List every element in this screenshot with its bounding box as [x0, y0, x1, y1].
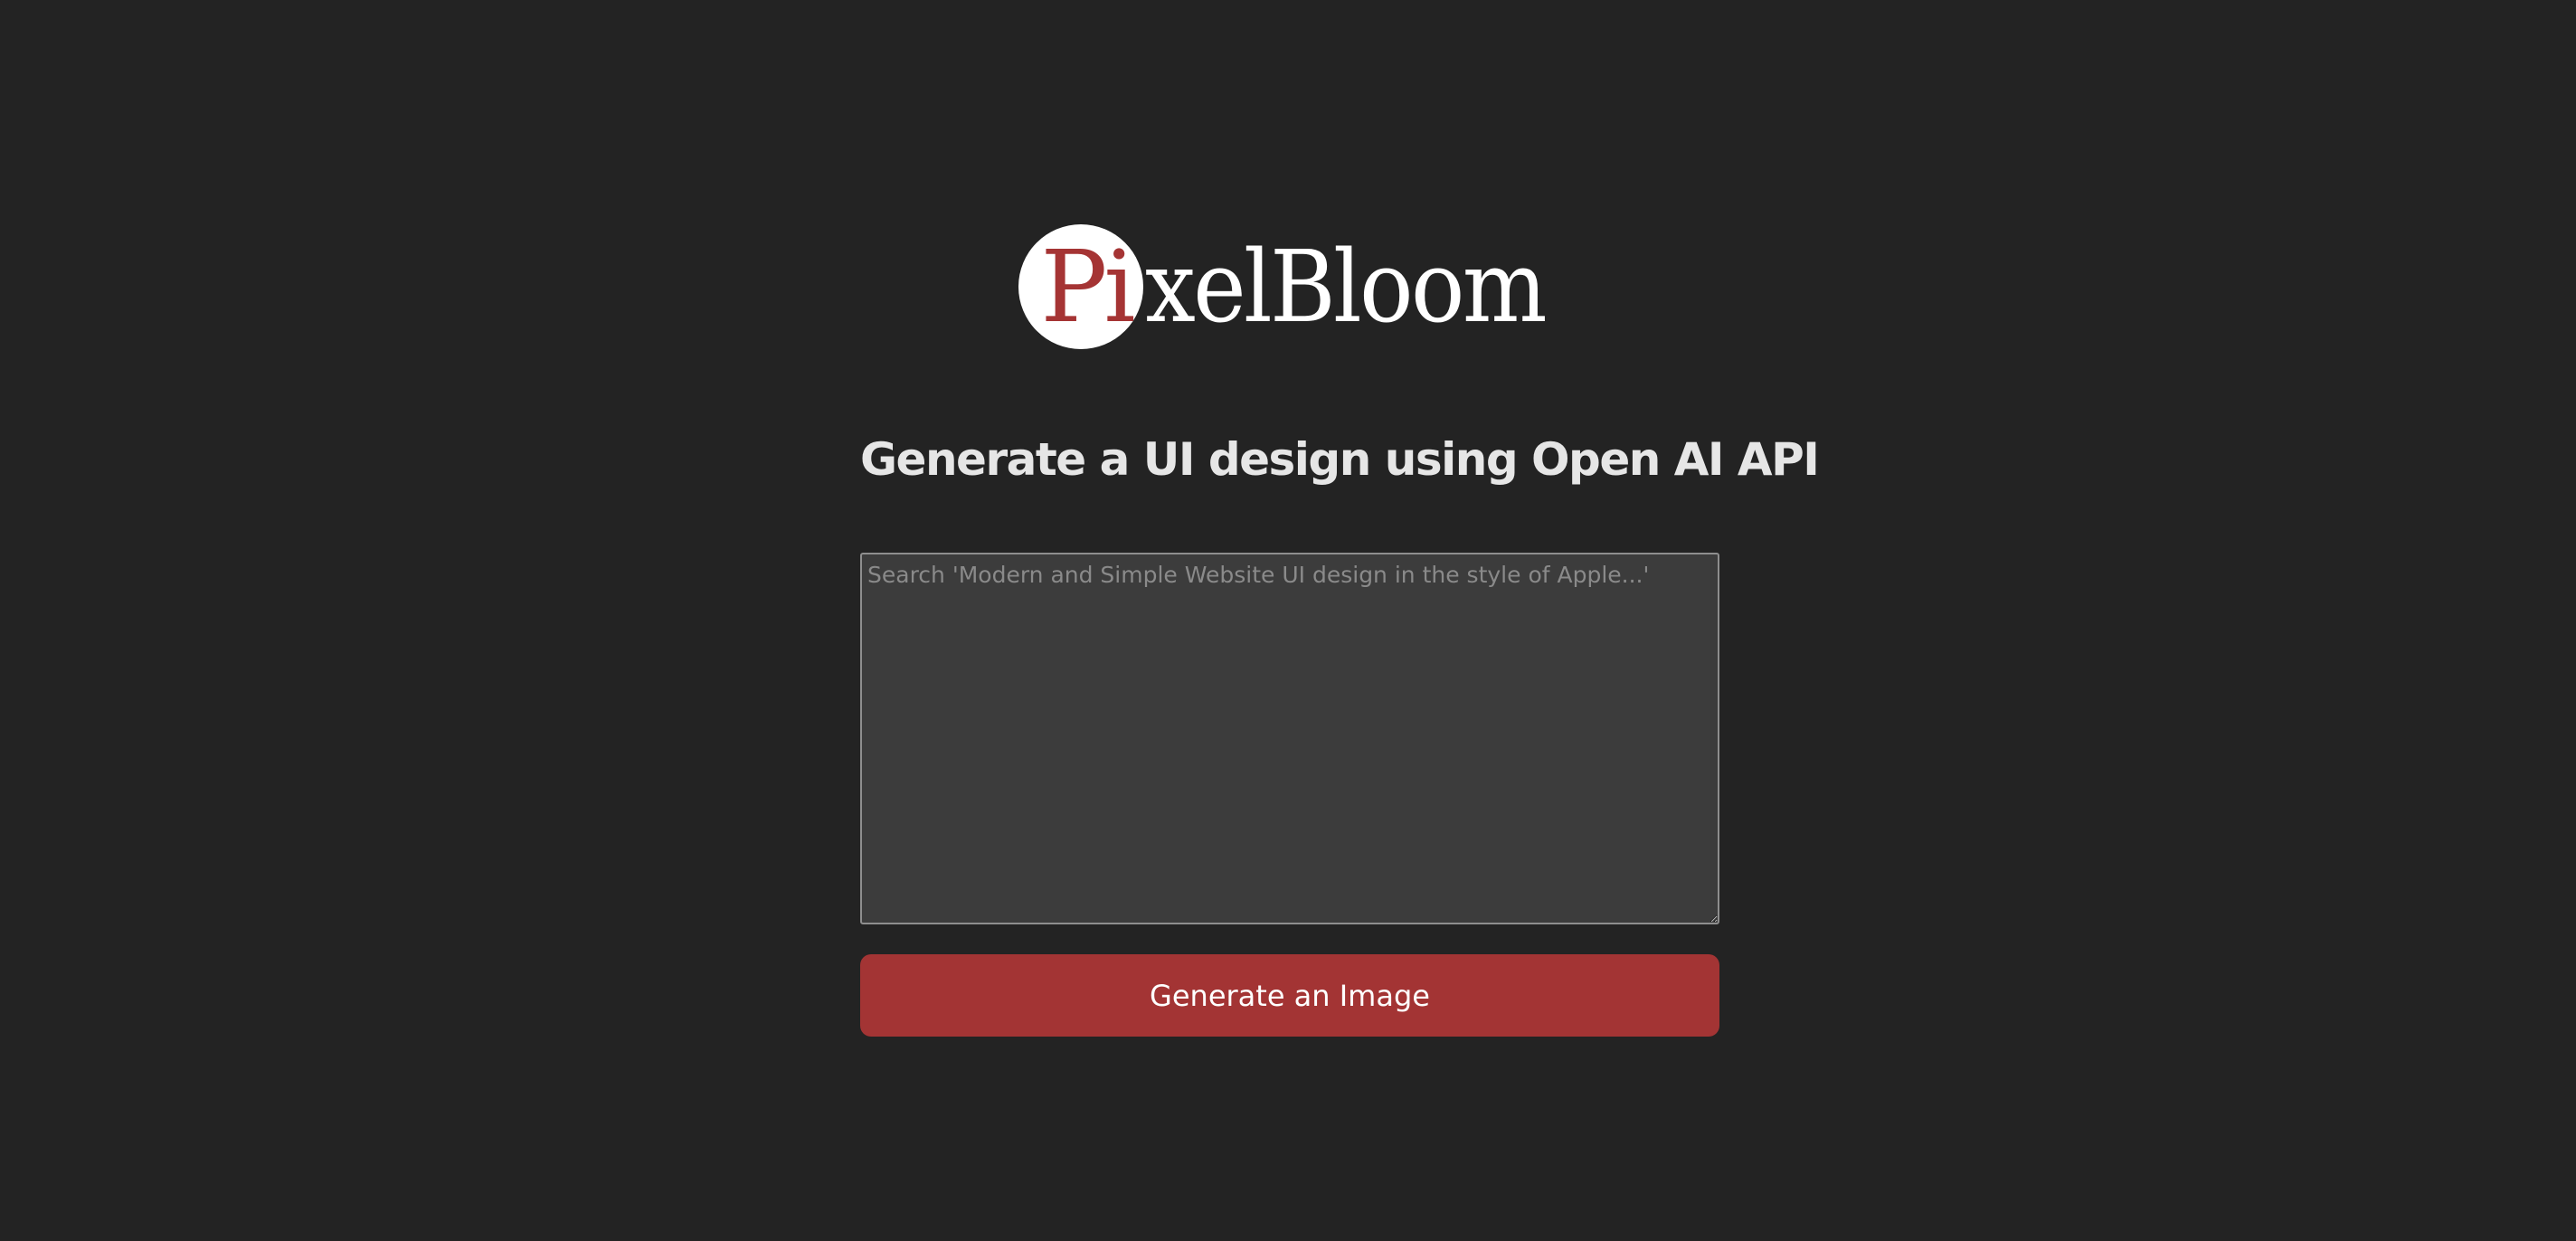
pixelbloom-logo: Pi xelBloom — [1018, 224, 1589, 349]
logo-text: xelBloom — [1145, 229, 1548, 345]
logo-accent-text: Pi — [1040, 229, 1135, 345]
page-title: Generate a UI design using Open AI API — [860, 433, 1820, 486]
generate-image-button[interactable]: Generate an Image — [860, 954, 1719, 1037]
prompt-input[interactable] — [860, 553, 1719, 924]
logo-circle: Pi — [1018, 224, 1143, 349]
